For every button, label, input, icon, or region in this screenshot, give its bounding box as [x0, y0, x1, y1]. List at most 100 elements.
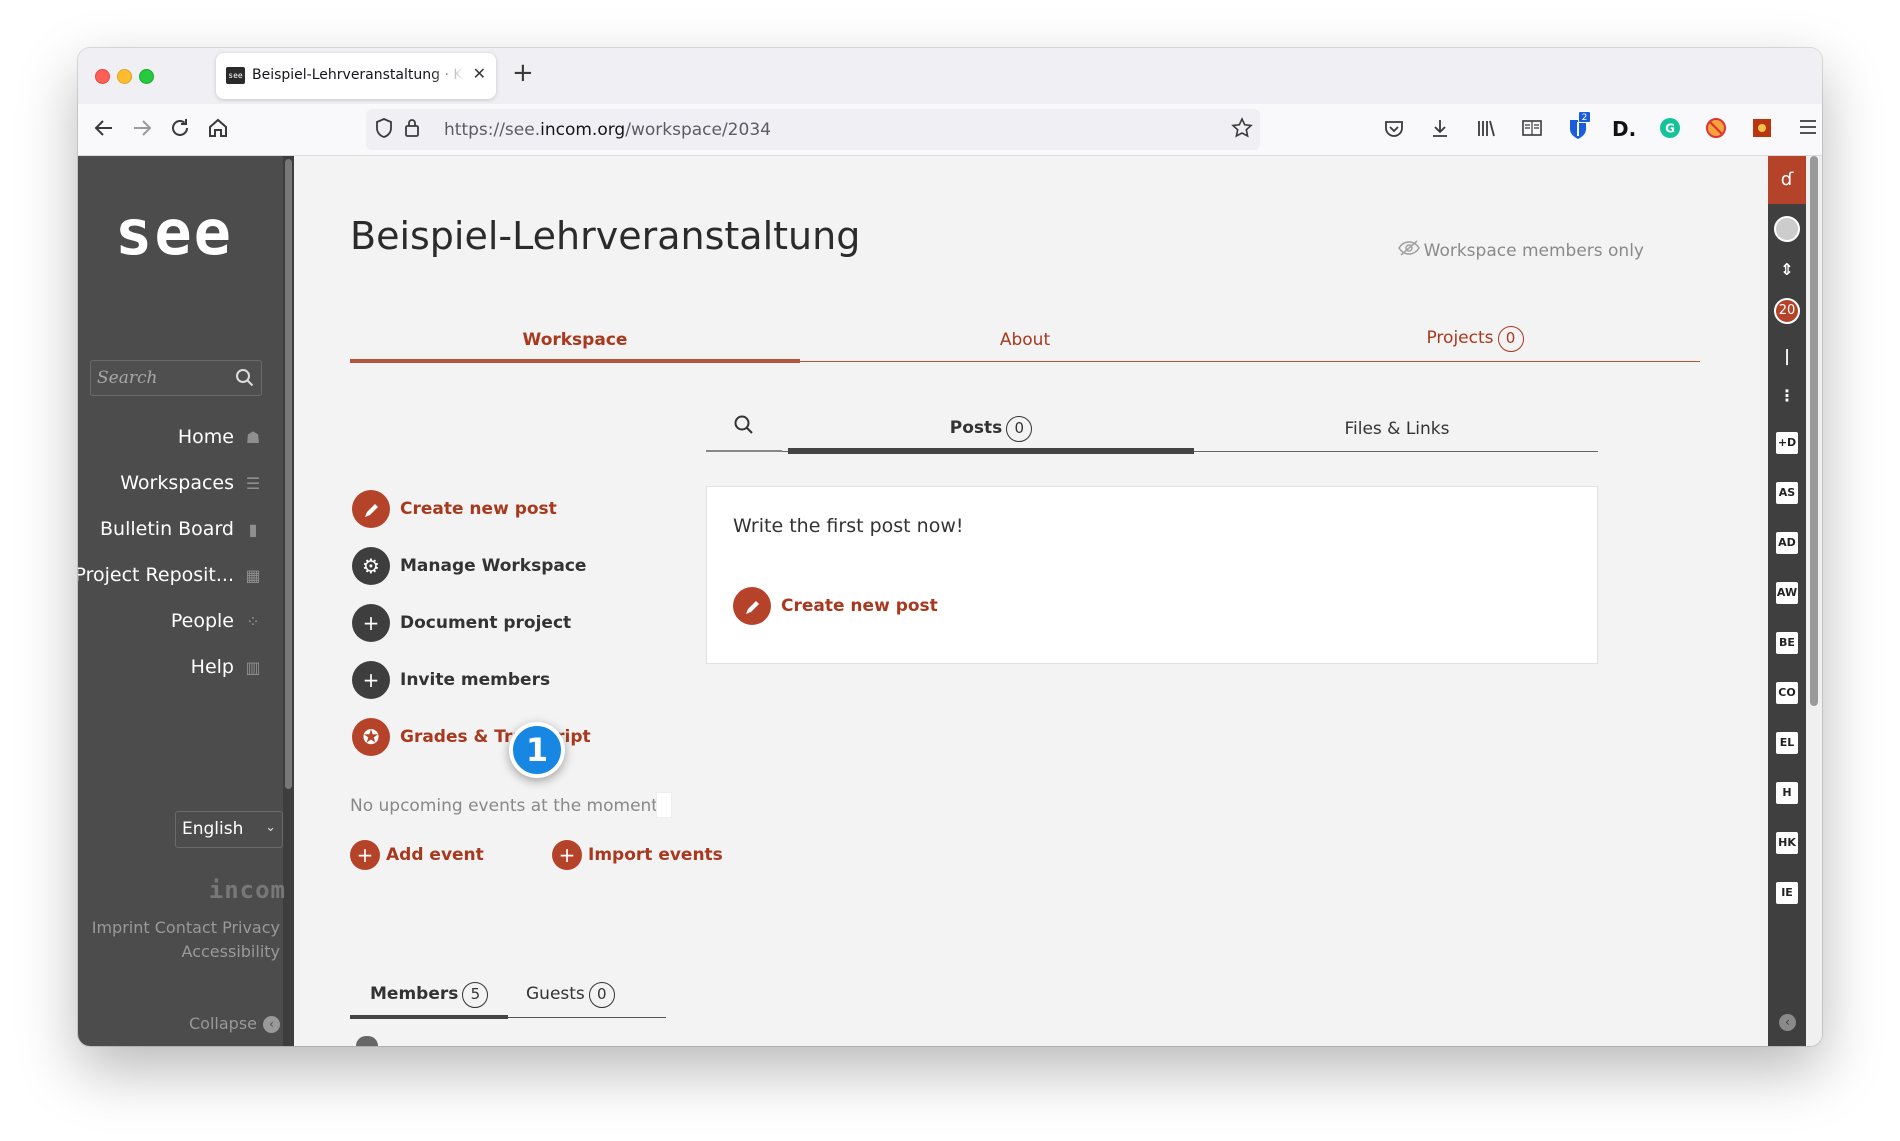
- sidebar-item-project-repository[interactable]: Project Reposit... ▦: [78, 564, 262, 586]
- sidebar-scrollbar-thumb[interactable]: [285, 159, 292, 789]
- clipboard-icon: ▮: [248, 520, 258, 539]
- reader-icon[interactable]: [1520, 117, 1544, 141]
- add-event-button[interactable]: + Add event: [350, 840, 484, 870]
- lock-icon[interactable]: [400, 117, 424, 141]
- feed-search-icon[interactable]: [706, 404, 782, 452]
- plus-icon: +: [350, 840, 380, 870]
- main-area: Beispiel-Lehrveranstaltung Workspace mem…: [294, 156, 1768, 1046]
- grid-icon: ▦: [245, 566, 261, 585]
- new-tab-icon[interactable]: +: [512, 60, 534, 86]
- browser-tab-active[interactable]: see Beispiel-Lehrveranstaltung · KHI ✕: [216, 53, 496, 99]
- grammarly-icon[interactable]: G: [1658, 117, 1682, 141]
- chevron-left-icon[interactable]: ‹: [1779, 1014, 1796, 1031]
- tab-files-links[interactable]: Files & Links: [1194, 419, 1600, 439]
- tab-members[interactable]: Members 5: [370, 982, 489, 1008]
- sidebar-scrollbar[interactable]: [283, 156, 294, 1046]
- blocker-icon[interactable]: [1704, 117, 1728, 141]
- bitwarden-badge: 2: [1578, 111, 1591, 123]
- quick-item[interactable]: H: [1776, 782, 1798, 804]
- visibility-status: Workspace members only: [1397, 240, 1644, 261]
- invite-members-button[interactable]: + Invite members: [352, 661, 550, 699]
- gear-icon: ⚙: [352, 547, 390, 585]
- active-feed-tab-indicator: [788, 448, 1194, 454]
- page-content: see Home☗ Workspaces☰ Bulletin Board▮ Pr…: [78, 156, 1822, 1046]
- create-new-post-button-card[interactable]: Create new post: [733, 587, 938, 625]
- incom-logo[interactable]: incom: [209, 876, 286, 904]
- sidebar-item-workspaces[interactable]: Workspaces ☰: [120, 472, 262, 494]
- avatar[interactable]: [1774, 216, 1800, 242]
- bookmark-star-icon[interactable]: [1230, 117, 1254, 141]
- tab-close-icon[interactable]: ✕: [473, 64, 486, 83]
- document-project-button[interactable]: + Document project: [352, 604, 571, 642]
- reload-icon[interactable]: [168, 117, 192, 141]
- zoom-window-button[interactable]: [139, 69, 154, 84]
- menu-icon[interactable]: [1796, 117, 1820, 141]
- tab-workspace[interactable]: Workspace: [350, 330, 800, 350]
- svg-text:G: G: [1665, 122, 1675, 136]
- tab-projects[interactable]: Projects 0: [1250, 326, 1700, 352]
- import-events-button[interactable]: + Import events: [552, 840, 723, 870]
- accessibility-link[interactable]: Accessibility: [182, 942, 280, 961]
- quick-item[interactable]: EL: [1776, 732, 1798, 754]
- create-new-post-button[interactable]: Create new post: [352, 490, 557, 528]
- dashlane-icon[interactable]: D.: [1612, 117, 1636, 141]
- avatar[interactable]: [356, 1036, 378, 1046]
- list-icon: ☰: [245, 474, 261, 493]
- notifications-badge[interactable]: 20: [1774, 298, 1800, 324]
- address-bar[interactable]: https://see.incom.org/workspace/2034: [366, 109, 1260, 150]
- quick-bar-top-button[interactable]: ɗ: [1768, 156, 1806, 204]
- shield-icon[interactable]: [372, 117, 396, 141]
- events-calendar-box: [656, 792, 672, 818]
- pin-icon[interactable]: ⇕: [1768, 260, 1806, 279]
- see-logo[interactable]: see: [115, 196, 233, 269]
- quick-item[interactable]: BE: [1776, 632, 1798, 654]
- extension-icon[interactable]: [1750, 117, 1774, 141]
- workspace-tabs: Workspace About Projects 0: [350, 316, 1700, 363]
- page-scrollbar-thumb[interactable]: [1810, 156, 1818, 706]
- url-text[interactable]: https://see.incom.org/workspace/2034: [444, 120, 771, 140]
- quick-item[interactable]: +D: [1776, 432, 1798, 454]
- quick-item[interactable]: CO: [1776, 682, 1798, 704]
- manage-workspace-button[interactable]: ⚙ Manage Workspace: [352, 547, 586, 585]
- sidebar-item-people[interactable]: People ⁘: [171, 610, 262, 632]
- download-icon[interactable]: [1428, 117, 1452, 141]
- quick-item[interactable]: AW: [1776, 582, 1798, 604]
- active-tab-indicator: [350, 359, 800, 363]
- members-count-badge: 5: [462, 982, 489, 1008]
- eye-slash-icon: [1397, 240, 1420, 261]
- home-icon[interactable]: [206, 117, 230, 141]
- sidebar-item-home[interactable]: Home ☗: [178, 426, 262, 448]
- quick-item[interactable]: AD: [1776, 532, 1798, 554]
- footer-links[interactable]: Imprint Contact Privacy: [92, 918, 280, 937]
- plus-icon: +: [352, 604, 390, 642]
- minimize-window-button[interactable]: [117, 69, 132, 84]
- plus-icon: +: [352, 661, 390, 699]
- collapse-sidebar-button[interactable]: Collapse ‹: [189, 1014, 280, 1033]
- tab-posts[interactable]: Posts 0: [788, 416, 1194, 442]
- sidebar-item-help[interactable]: Help ▥: [191, 656, 262, 678]
- feed-tabs: Posts 0 Files & Links: [706, 404, 1600, 454]
- library-icon[interactable]: [1474, 117, 1498, 141]
- bitwarden-icon[interactable]: 2: [1566, 111, 1591, 141]
- pocket-icon[interactable]: [1382, 117, 1406, 141]
- language-select[interactable]: English ⌄: [175, 811, 283, 848]
- sidebar-item-bulletin-board[interactable]: Bulletin Board ▮: [100, 518, 262, 540]
- more-icon[interactable]: ⋮: [1768, 386, 1806, 405]
- navigation-bar: https://see.incom.org/workspace/2034 2 D…: [78, 104, 1822, 156]
- back-icon[interactable]: [92, 117, 116, 141]
- quick-item[interactable]: IE: [1776, 882, 1798, 904]
- search-icon[interactable]: [235, 368, 255, 388]
- chevron-left-icon: ‹: [263, 1016, 280, 1033]
- close-window-button[interactable]: [95, 69, 110, 84]
- quick-item[interactable]: HK: [1776, 832, 1798, 854]
- page-scrollbar[interactable]: [1806, 156, 1822, 1046]
- tab-guests[interactable]: Guests 0: [526, 982, 615, 1008]
- browser-window: see Beispiel-Lehrveranstaltung · KHI ✕ +…: [78, 48, 1822, 1046]
- forward-icon[interactable]: [130, 117, 154, 141]
- search-input[interactable]: [97, 367, 227, 389]
- posts-count-badge: 0: [1006, 416, 1033, 442]
- tab-about[interactable]: About: [800, 330, 1250, 350]
- bar-icon[interactable]: |: [1768, 346, 1806, 365]
- tab-bar: see Beispiel-Lehrveranstaltung · KHI ✕ +: [78, 48, 1822, 104]
- quick-item[interactable]: AS: [1776, 482, 1798, 504]
